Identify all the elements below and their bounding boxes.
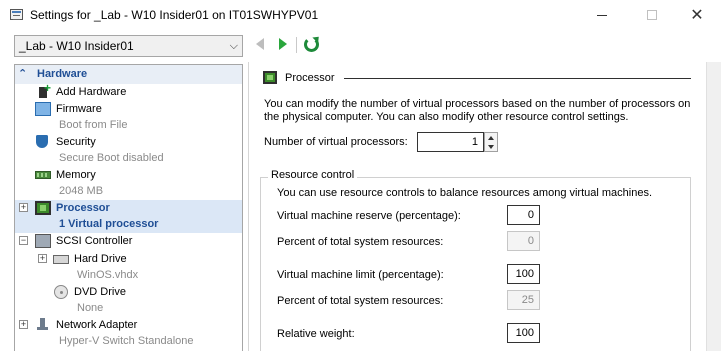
reserve-percent-total-value: 0 bbox=[507, 231, 540, 251]
stepper-down-icon[interactable] bbox=[488, 145, 494, 149]
close-button[interactable]: ✕ bbox=[675, 4, 719, 26]
back-arrow-icon[interactable] bbox=[256, 38, 264, 50]
minimize-icon bbox=[597, 14, 607, 16]
tree-item-label: DVD Drive bbox=[74, 286, 126, 298]
tree-item-summary: None bbox=[77, 302, 104, 314]
firmware-icon bbox=[35, 102, 51, 116]
processor-icon bbox=[263, 71, 277, 84]
vm-selector-dropdown[interactable]: _Lab - W10 Insider01 ⌵ bbox=[14, 35, 243, 57]
tree-item-add-hardware[interactable]: Add Hardware bbox=[15, 81, 242, 101]
num-virtual-processors-stepper[interactable] bbox=[484, 132, 498, 152]
relative-weight-input[interactable]: 100 bbox=[507, 323, 540, 343]
processor-description: You can modify the number of virtual pro… bbox=[264, 98, 691, 123]
limit-percent-total-value: 25 bbox=[507, 290, 540, 310]
tree-item-processor[interactable]: + Processor 1 Virtual processor bbox=[15, 200, 242, 233]
stepper-up-icon[interactable] bbox=[488, 136, 494, 140]
tree-item-summary: 1 Virtual processor bbox=[59, 218, 159, 230]
window-title: Settings for _Lab - W10 Insider01 on IT0… bbox=[30, 8, 319, 22]
tree-item-label: Processor bbox=[56, 202, 110, 214]
num-virtual-processors-input[interactable]: 1 bbox=[417, 132, 484, 152]
refresh-icon[interactable] bbox=[304, 37, 319, 52]
tree-item-label: Security bbox=[56, 136, 96, 148]
hardware-header-label: Hardware bbox=[37, 68, 88, 80]
forward-arrow-icon[interactable] bbox=[279, 38, 287, 50]
toolbar-divider bbox=[296, 37, 297, 53]
scsi-controller-icon bbox=[35, 234, 51, 248]
vm-selector-value: _Lab - W10 Insider01 bbox=[19, 39, 134, 53]
expand-icon[interactable]: + bbox=[19, 203, 28, 212]
tree-item-summary: Secure Boot disabled bbox=[59, 152, 164, 164]
collapse-icon[interactable]: − bbox=[19, 236, 28, 245]
tree-item-summary: WinOS.vhdx bbox=[77, 269, 139, 281]
num-virtual-processors-label: Number of virtual processors: bbox=[264, 136, 408, 148]
resource-control-group bbox=[260, 177, 691, 351]
tree-item-security[interactable]: Security Secure Boot disabled bbox=[15, 134, 242, 168]
dvd-drive-icon bbox=[54, 285, 68, 299]
vm-reserve-input[interactable]: 0 bbox=[507, 205, 540, 225]
collapse-chevron-icon[interactable]: ⌃ bbox=[18, 67, 27, 80]
toolbar: _Lab - W10 Insider01 ⌵ bbox=[0, 30, 721, 62]
tree-item-label: Hard Drive bbox=[74, 253, 127, 265]
maximize-button[interactable] bbox=[630, 4, 674, 26]
tree-item-label: Memory bbox=[56, 169, 96, 181]
tree-item-summary: Hyper-V Switch Standalone bbox=[59, 335, 194, 347]
settings-window-icon bbox=[10, 9, 23, 20]
maximize-icon bbox=[647, 10, 657, 20]
close-icon: ✕ bbox=[690, 7, 704, 24]
network-adapter-icon bbox=[35, 318, 51, 332]
limit-percent-total-label: Percent of total system resources: bbox=[277, 295, 444, 307]
tree-item-summary: 2048 MB bbox=[59, 185, 104, 197]
resource-control-legend: Resource control bbox=[268, 169, 358, 181]
minimize-button[interactable] bbox=[580, 4, 624, 26]
pane-divider[interactable] bbox=[248, 62, 249, 351]
section-title: Processor bbox=[285, 72, 335, 84]
memory-icon bbox=[35, 171, 51, 179]
shield-icon bbox=[34, 135, 50, 149]
tree-item-firmware[interactable]: Firmware Boot from File bbox=[15, 101, 242, 135]
section-divider bbox=[344, 78, 691, 79]
vm-reserve-label: Virtual machine reserve (percentage): bbox=[277, 210, 461, 222]
reserve-percent-total-label: Percent of total system resources: bbox=[277, 236, 444, 248]
hard-drive-icon bbox=[53, 255, 69, 264]
tree-item-memory[interactable]: Memory 2048 MB bbox=[15, 167, 242, 201]
title-bar: Settings for _Lab - W10 Insider01 on IT0… bbox=[0, 0, 721, 30]
vm-limit-label: Virtual machine limit (percentage): bbox=[277, 269, 444, 281]
expand-icon[interactable]: + bbox=[19, 320, 28, 329]
tree-item-network-adapter[interactable]: + Network Adapter Hyper-V Switch Standal… bbox=[15, 317, 242, 351]
tree-item-label: Network Adapter bbox=[56, 319, 138, 331]
chevron-down-icon: ⌵ bbox=[229, 40, 238, 52]
expand-icon[interactable]: + bbox=[38, 254, 47, 263]
tree-item-summary: Boot from File bbox=[59, 119, 128, 131]
tree-item-label: SCSI Controller bbox=[56, 235, 133, 247]
tree-item-label: Firmware bbox=[56, 103, 102, 115]
tree-item-hard-drive[interactable]: + Hard Drive WinOS.vhdx bbox=[15, 251, 242, 285]
relative-weight-label: Relative weight: bbox=[277, 328, 355, 340]
tree-item-scsi-controller[interactable]: − SCSI Controller bbox=[15, 233, 242, 250]
tree-item-label: Add Hardware bbox=[56, 86, 127, 98]
processor-icon bbox=[35, 201, 51, 215]
vm-limit-input[interactable]: 100 bbox=[507, 264, 540, 284]
tree-item-dvd-drive[interactable]: DVD Drive None bbox=[15, 284, 242, 318]
vertical-scrollbar[interactable] bbox=[706, 62, 721, 351]
resource-control-description: You can use resource controls to balance… bbox=[277, 187, 653, 199]
add-hardware-icon bbox=[37, 81, 53, 99]
hardware-tree: ⌃ Hardware Add Hardware Firmware Boot fr… bbox=[14, 64, 243, 351]
